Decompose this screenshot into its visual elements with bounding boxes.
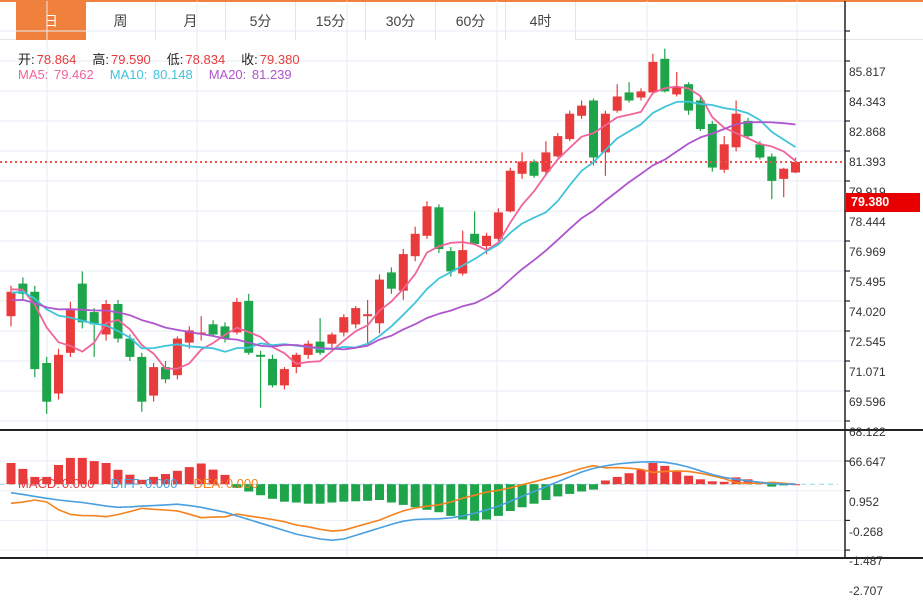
last-price-badge: 79.380: [846, 193, 920, 213]
axis-tick-label: 66.647: [849, 455, 886, 470]
axis-tick-label: 84.343: [849, 94, 886, 109]
legend-label: MA10:: [109, 67, 151, 82]
axis-tick-label: 71.071: [849, 365, 886, 380]
axis-tick-label: 0.952: [849, 495, 880, 509]
axis-tick-label: -0.268: [849, 524, 884, 539]
legend-label: DEA:: [193, 476, 224, 491]
kline-chart-app: 日周月 5分 15分 30分 60分 4时 开: 78.864 高: 79.590 低: 78.83…: [0, 0, 923, 607]
ma-readout: MA5: 79.462 MA10: 80.148 MA20: 81.239: [18, 67, 308, 82]
legend-label: 高:: [92, 52, 110, 67]
legend-label: DIFF:: [110, 476, 143, 491]
legend-value: 0.000: [61, 476, 95, 491]
axis-tick-label: 76.969: [849, 245, 886, 260]
ohlc-readout: 开: 78.864 高: 79.590 低: 78.834 收: 79.380: [18, 49, 316, 68]
legend-label: 收:: [241, 52, 258, 67]
legend-value: 79.462: [53, 67, 94, 82]
axis-tick-label: 69.596: [849, 395, 886, 410]
legend-label: MACD:: [18, 476, 60, 491]
legend-value: 0.000: [144, 476, 178, 491]
legend-value: 79.380: [259, 52, 300, 67]
axis-tick-label: 85.817: [849, 65, 886, 79]
axis-tick-label: 68.122: [849, 425, 886, 440]
axis-tick-label: -1.487: [849, 554, 884, 569]
legend-value: 78.864: [36, 52, 77, 67]
axis-tick-label: 81.393: [849, 155, 886, 169]
axis-tick-label: 82.868: [849, 125, 886, 139]
axis-tick-label: -2.707: [849, 584, 884, 599]
legend-label: MA5:: [18, 67, 52, 82]
legend-label: MA20:: [208, 67, 250, 82]
legend-label: 开:: [18, 52, 35, 67]
chart-canvas[interactable]: 开: 78.864 高: 79.590 低: 78.834 收: 79.380 MA5: 79…: [0, 1, 923, 607]
legend-label: 低:: [166, 52, 184, 67]
macd-readout: MACD: 0.000 DIFF: 0.000 DEA: 0.000: [18, 476, 274, 491]
legend-value: 0.000: [225, 476, 259, 491]
axis-tick-label: 75.495: [849, 275, 886, 289]
axis-tick-label: 74.020: [849, 305, 886, 320]
axis-tick-label: 78.444: [849, 215, 886, 229]
legend-value: 80.148: [152, 67, 193, 82]
legend-value: 81.239: [251, 67, 292, 82]
axis-tick-label: 72.545: [849, 335, 886, 350]
legend-value: 79.590: [111, 52, 151, 67]
legend-value: 78.834: [185, 52, 226, 67]
